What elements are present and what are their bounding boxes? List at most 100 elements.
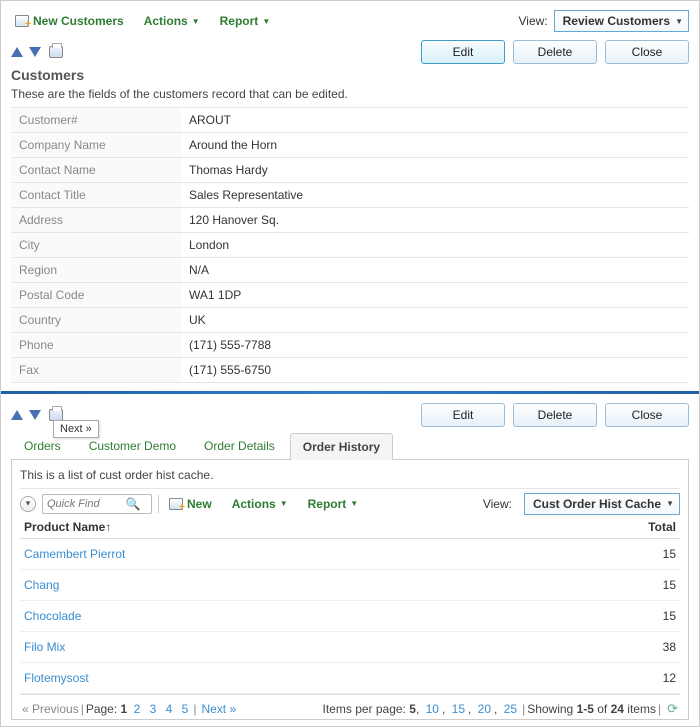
page-current: 1 (121, 702, 128, 716)
report-detail-menu[interactable]: Report ▼ (304, 495, 363, 513)
delete-button[interactable]: Delete (513, 403, 597, 427)
print-icon[interactable] (49, 409, 63, 421)
field-value: WA1 1DP (181, 283, 689, 308)
grid-row: Flotemysost12 (20, 663, 680, 694)
close-button[interactable]: Close (605, 403, 689, 427)
print-icon[interactable] (49, 46, 63, 58)
tab-body: This is a list of cust order hist cache.… (11, 460, 689, 720)
field-row: Phone(171) 555-7788 (11, 333, 689, 358)
product-link[interactable]: Flotemysost (24, 671, 616, 685)
quick-find[interactable]: 🔍 (42, 494, 152, 514)
page-link[interactable]: 3 (150, 702, 157, 716)
field-row: CityLondon (11, 233, 689, 258)
field-label: Address (11, 208, 181, 233)
delete-button[interactable]: Delete (513, 40, 597, 64)
tab-order-details[interactable]: Order Details (191, 432, 288, 459)
edit-button[interactable]: Edit (421, 40, 505, 64)
move-down-icon[interactable] (29, 47, 41, 57)
field-label: Contact Title (11, 183, 181, 208)
new-customers-menu[interactable]: New Customers (11, 12, 128, 30)
field-value: 120 Hanover Sq. (181, 208, 689, 233)
section-divider (1, 391, 699, 394)
caret-down-icon: ▼ (262, 17, 270, 26)
new-icon (15, 15, 29, 27)
caret-down-icon: ▼ (675, 17, 683, 26)
search-icon[interactable]: 🔍 (123, 497, 143, 511)
field-row: Contact NameThomas Hardy (11, 158, 689, 183)
new-icon (169, 498, 183, 510)
field-label: Contact Name (11, 158, 181, 183)
field-row: CountryUK (11, 308, 689, 333)
field-label: Country (11, 308, 181, 333)
actions-menu[interactable]: Actions ▼ (140, 12, 204, 30)
ipp-link[interactable]: 15 (452, 702, 465, 716)
field-label: City (11, 233, 181, 258)
page-link[interactable]: 5 (182, 702, 189, 716)
sort-asc-icon: ↑ (105, 520, 111, 534)
tab-order-history[interactable]: Order History (290, 433, 393, 460)
product-total: 15 (616, 609, 676, 623)
tab-orders[interactable]: Orders (11, 432, 74, 459)
move-up-icon[interactable] (11, 410, 23, 420)
quick-find-input[interactable] (43, 498, 123, 510)
product-link[interactable]: Camembert Pierrot (24, 547, 616, 561)
edit-button[interactable]: Edit (421, 403, 505, 427)
field-label: Fax (11, 358, 181, 383)
field-label: Customer# (11, 108, 181, 133)
col-total[interactable]: Total (616, 520, 676, 534)
ipp-link[interactable]: 25 (504, 702, 517, 716)
caret-down-icon: ▼ (192, 17, 200, 26)
refresh-icon[interactable]: ⟳ (667, 701, 678, 717)
detail-action-row: Edit Delete Close (11, 402, 689, 428)
new-label: New (187, 497, 212, 511)
field-row: Fax(171) 555-6750 (11, 358, 689, 383)
field-value: (171) 555-6750 (181, 358, 689, 383)
field-label: Postal Code (11, 283, 181, 308)
product-total: 15 (616, 547, 676, 561)
grid-row: Camembert Pierrot15 (20, 539, 680, 570)
actions-detail-menu[interactable]: Actions ▼ (228, 495, 292, 513)
page-link[interactable]: 4 (166, 702, 173, 716)
field-value: AROUT (181, 108, 689, 133)
customer-field-table: Customer#AROUTCompany NameAround the Hor… (11, 107, 689, 383)
field-label: Company Name (11, 133, 181, 158)
ipp-link[interactable]: 20 (478, 702, 491, 716)
field-value: London (181, 233, 689, 258)
report-menu[interactable]: Report ▼ (216, 12, 275, 30)
view-value: Review Customers (563, 14, 670, 28)
field-value: (171) 555-7788 (181, 333, 689, 358)
separator (158, 495, 159, 513)
field-label: Region (11, 258, 181, 283)
product-link[interactable]: Chang (24, 578, 616, 592)
tab-desc: This is a list of cust order hist cache. (20, 466, 680, 488)
record-action-row: Edit Delete Close (11, 39, 689, 65)
tab-customer-demo[interactable]: Customer Demo (76, 432, 189, 459)
view-dropdown[interactable]: Review Customers ▼ (554, 10, 689, 32)
detail-view-dropdown[interactable]: Cust Order Hist Cache ▼ (524, 493, 680, 515)
field-value: Around the Horn (181, 133, 689, 158)
move-down-icon[interactable] (29, 410, 41, 420)
pager: « Previous | Page: 1 2 3 4 5 | Next » It… (20, 694, 680, 719)
ipp-link[interactable]: 10 (426, 702, 439, 716)
view-label: View: (518, 14, 547, 28)
col-product-name[interactable]: Product Name↑ (24, 520, 616, 534)
field-label: Phone (11, 333, 181, 358)
actions-label: Actions (144, 14, 188, 28)
field-row: Customer#AROUT (11, 108, 689, 133)
showing-text: Showing 1-5 of 24 items (527, 702, 656, 716)
product-link[interactable]: Filo Mix (24, 640, 616, 654)
detail-toolbar: ▾ 🔍 New Actions ▼ Report ▼ View: Cust Or… (20, 488, 680, 514)
pager-next[interactable]: Next » (201, 702, 236, 716)
new-detail-menu[interactable]: New (165, 495, 216, 513)
field-row: Contact TitleSales Representative (11, 183, 689, 208)
page-link[interactable]: 2 (134, 702, 141, 716)
field-value: Sales Representative (181, 183, 689, 208)
report-label: Report (220, 14, 259, 28)
collapse-icon[interactable]: ▾ (20, 496, 36, 512)
product-link[interactable]: Chocolade (24, 609, 616, 623)
move-up-icon[interactable] (11, 47, 23, 57)
detail-view-value: Cust Order Hist Cache (533, 497, 661, 511)
actions-label: Actions (232, 497, 276, 511)
close-button[interactable]: Close (605, 40, 689, 64)
grid-header: Product Name↑ Total (20, 514, 680, 539)
